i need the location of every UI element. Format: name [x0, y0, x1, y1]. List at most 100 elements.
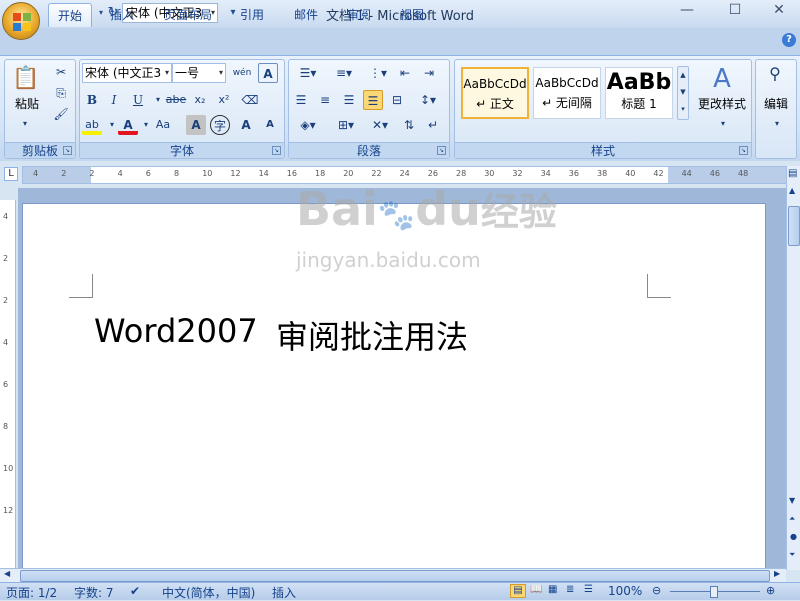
bold-button[interactable]: B	[82, 90, 102, 110]
editing-dropdown-icon[interactable]: ▾	[767, 114, 787, 134]
char-border-icon[interactable]: A	[258, 63, 278, 83]
font-name-select[interactable]: 宋体 (中文正3 ▾	[82, 63, 172, 83]
increase-indent-button[interactable]: ⇥	[419, 63, 439, 83]
horizontal-scrollbar[interactable]: ◀ ▶	[0, 568, 786, 582]
strikethrough-button[interactable]: abe	[164, 90, 188, 110]
numbering-button[interactable]: ≡▾	[327, 63, 361, 83]
minimize-button[interactable]: —	[672, 2, 702, 20]
status-mode[interactable]: 插入	[272, 584, 296, 601]
web-layout-icon[interactable]: ▦	[548, 584, 557, 595]
tab-view[interactable]: 视图	[390, 3, 434, 27]
styles-scroll[interactable]: ▲ ▼ ▾	[677, 66, 689, 120]
status-words[interactable]: 字数: 7	[74, 584, 114, 601]
multilevel-list-button[interactable]: ⋮▾	[363, 63, 393, 83]
full-screen-reading-icon[interactable]: 📖	[530, 584, 542, 595]
binoculars-icon[interactable]: ⚲	[765, 64, 785, 84]
view-ruler-icon[interactable]: ▤	[788, 168, 797, 179]
draft-icon[interactable]: ☰	[584, 584, 593, 595]
italic-button[interactable]: I	[104, 90, 124, 110]
shrink-font-button[interactable]: A	[260, 115, 280, 135]
show-marks-button[interactable]: ↵	[423, 115, 443, 135]
align-left-button[interactable]: ☰	[291, 90, 311, 110]
zoom-out-icon[interactable]: ⊖	[652, 584, 661, 597]
proofing-icon[interactable]: ✔	[130, 584, 140, 598]
cut-icon[interactable]: ✂	[51, 62, 71, 82]
superscript-button[interactable]: x²	[214, 90, 234, 110]
paste-label[interactable]: 粘贴	[7, 96, 47, 112]
scroll-right-icon[interactable]: ▶	[774, 569, 780, 578]
grow-font-button[interactable]: A	[236, 115, 256, 135]
change-case-button[interactable]: Aa	[150, 115, 176, 135]
ruler-tick-label: 32	[512, 169, 523, 178]
borders-button[interactable]: ⊞▾	[329, 115, 363, 135]
highlight-button[interactable]: ab	[82, 115, 102, 135]
style-sample: AaBbCcDd	[535, 76, 599, 90]
clipboard-launcher-icon[interactable]: ↘	[63, 146, 72, 155]
prev-page-icon[interactable]: ⏶	[789, 514, 795, 524]
styles-launcher-icon[interactable]: ↘	[739, 146, 748, 155]
horizontal-scroll-thumb[interactable]	[20, 570, 770, 582]
bullets-button[interactable]: ☰▾	[291, 63, 325, 83]
help-icon[interactable]: ?	[782, 33, 796, 47]
status-bar: 页面: 1/2 字数: 7 ✔ 中文(简体，中国) 插入 ▤ 📖 ▦ ≣ ☰ 1…	[0, 582, 800, 600]
scroll-down-icon[interactable]: ▼	[789, 496, 795, 505]
tab-references[interactable]: 引用	[230, 3, 274, 27]
distribute-button[interactable]: ⊟	[387, 90, 407, 110]
line-spacing-button[interactable]: ↕▾	[413, 90, 443, 110]
align-right-button[interactable]: ☰	[339, 90, 359, 110]
font-size-select[interactable]: 一号 ▾	[172, 63, 226, 83]
decrease-indent-button[interactable]: ⇤	[395, 63, 415, 83]
watermark-cn: 经验	[480, 190, 557, 234]
underline-button[interactable]: U	[128, 90, 148, 110]
tab-page-layout[interactable]: 页面布局	[156, 3, 220, 27]
paste-icon[interactable]: 📋	[11, 64, 41, 96]
ruler-tick-label: 26	[427, 169, 438, 178]
change-styles-label[interactable]: 更改样式	[693, 96, 751, 112]
browse-object-icon[interactable]: ●	[790, 532, 797, 541]
clear-formatting-icon[interactable]: ⌫	[240, 90, 260, 110]
style-no-spacing[interactable]: AaBbCcDd ↵ 无间隔	[533, 67, 601, 119]
tab-review[interactable]: 审阅	[337, 3, 381, 27]
tab-mailings[interactable]: 邮件	[284, 3, 328, 27]
change-styles-icon[interactable]: A	[699, 64, 745, 94]
char-shading-icon[interactable]: A	[186, 115, 206, 135]
sort-button[interactable]: ⇅	[399, 115, 419, 135]
scroll-left-icon[interactable]: ◀	[4, 569, 10, 578]
enclose-char-icon[interactable]: 字	[210, 115, 230, 135]
tab-insert[interactable]: 插入	[100, 3, 144, 27]
justify-button[interactable]: ☰	[363, 90, 383, 110]
phonetic-guide-icon[interactable]: wén	[232, 63, 252, 83]
outline-icon[interactable]: ≣	[566, 584, 574, 595]
editing-label[interactable]: 编辑	[758, 96, 794, 112]
shading-button[interactable]: ◈▾	[291, 115, 325, 135]
zoom-in-icon[interactable]: ⊕	[766, 584, 775, 597]
vertical-scroll-thumb[interactable]	[788, 206, 800, 246]
office-button[interactable]	[2, 2, 40, 40]
close-button[interactable]: ✕	[764, 2, 794, 20]
status-language[interactable]: 中文(简体，中国)	[162, 584, 255, 601]
status-page[interactable]: 页面: 1/2	[6, 584, 57, 601]
paragraph-launcher-icon[interactable]: ↘	[437, 146, 446, 155]
vertical-ruler[interactable]: 4 2 2 4 6 8 10 12	[0, 200, 16, 570]
font-launcher-icon[interactable]: ↘	[272, 146, 281, 155]
style-normal[interactable]: AaBbCcDd ↵ 正文	[461, 67, 529, 119]
zoom-slider-thumb[interactable]	[710, 586, 718, 598]
status-zoom[interactable]: 100%	[608, 584, 642, 598]
maximize-button[interactable]: ☐	[720, 2, 750, 20]
vertical-scrollbar[interactable]: ▤ ▲ ▼ ⏶ ● ⏷	[786, 166, 800, 570]
subscript-button[interactable]: x₂	[190, 90, 210, 110]
print-layout-icon[interactable]: ▤	[510, 584, 526, 598]
font-color-button[interactable]: A	[118, 115, 138, 135]
change-styles-dropdown-icon[interactable]: ▾	[713, 114, 733, 134]
align-center-button[interactable]: ≡	[315, 90, 335, 110]
next-page-icon[interactable]: ⏷	[789, 550, 795, 560]
format-painter-icon[interactable]: 🖌	[51, 104, 71, 124]
tab-home[interactable]: 开始	[48, 3, 92, 27]
copy-icon[interactable]: ⎘	[51, 83, 71, 103]
scroll-up-icon[interactable]: ▲	[789, 186, 795, 195]
paste-dropdown-icon[interactable]: ▾	[15, 114, 35, 134]
tab-selector[interactable]: L	[4, 167, 18, 181]
horizontal-ruler[interactable]: 4 2 2 4 6 8 10 12 14 16 18 20 22 24 26 28 30 32 34 36 38 40 42…	[22, 166, 787, 184]
style-heading-1[interactable]: AaBb 标题 1	[605, 67, 673, 119]
asian-layout-button[interactable]: ✕▾	[365, 115, 395, 135]
